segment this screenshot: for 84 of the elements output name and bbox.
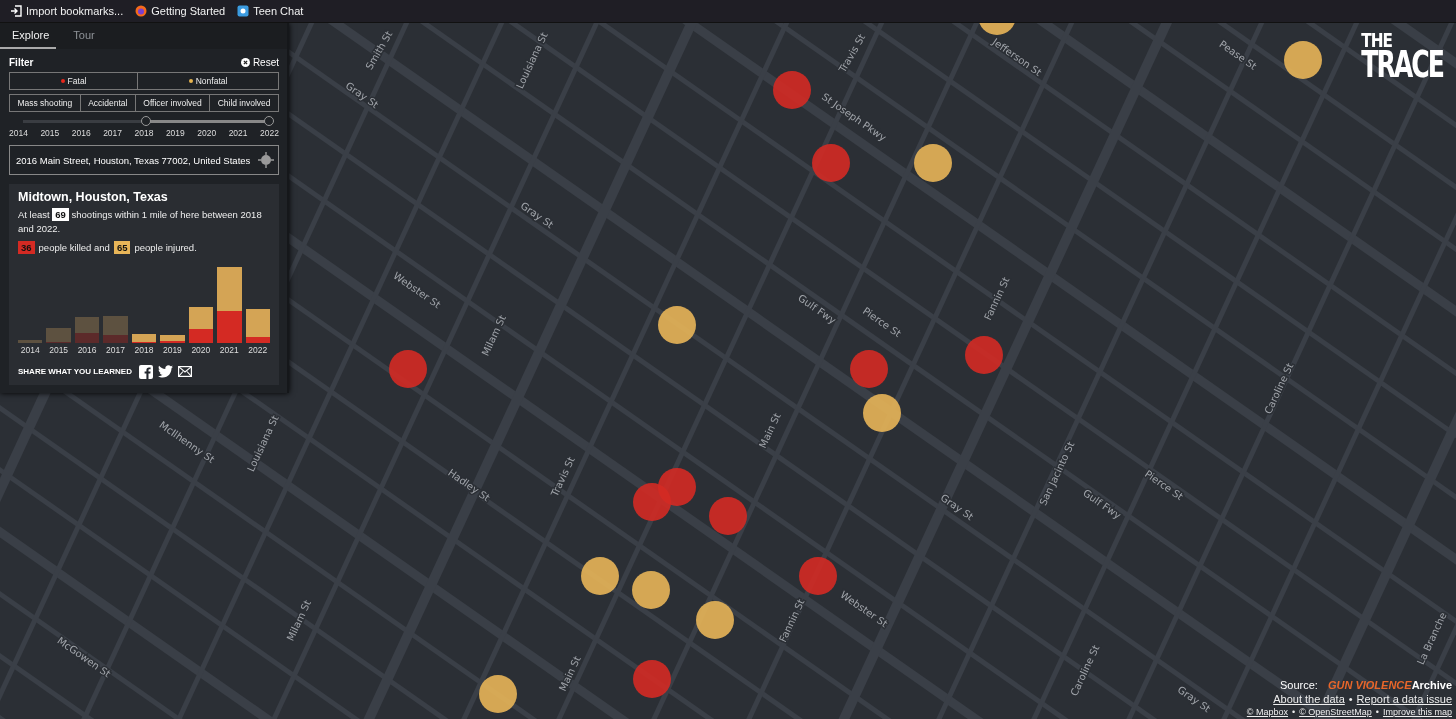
incident-marker[interactable] (658, 306, 696, 344)
outcome-filter-button[interactable]: Fatal (9, 72, 139, 90)
type-filter-button[interactable]: Child involved (210, 94, 279, 112)
logo-text: TRACE (1361, 48, 1443, 82)
incident-marker[interactable] (773, 71, 811, 109)
year-tick-label: 2018 (134, 128, 154, 138)
incident-marker[interactable] (978, 23, 1016, 35)
year-tick-label: 2019 (165, 128, 185, 138)
separator-dot: • (1292, 707, 1296, 717)
year-label: 2016 (77, 344, 97, 355)
year-tick-label: 2021 (228, 128, 248, 138)
incident-marker[interactable] (632, 571, 670, 609)
injured-label: people injured. (134, 240, 197, 255)
incident-marker[interactable] (389, 350, 427, 388)
panel-tab[interactable]: Explore (0, 23, 56, 49)
incident-marker[interactable] (633, 660, 671, 698)
year-tick-label: 2020 (197, 128, 217, 138)
year-label: 2017 (106, 344, 125, 355)
import-icon (10, 5, 22, 17)
locate-icon[interactable] (258, 152, 274, 168)
year-label: 2021 (219, 344, 239, 355)
facebook-icon[interactable] (138, 364, 153, 379)
location-title: Midtown, Houston, Texas (18, 190, 169, 204)
separator-dot: • (1375, 707, 1379, 717)
bookmark-item[interactable]: Teen Chat (237, 5, 304, 17)
killed-count: 36 (18, 241, 35, 255)
year-tick-label: 2014 (9, 128, 28, 138)
bookmark-item[interactable]: Import bookmarks... (10, 5, 124, 17)
incident-marker[interactable] (709, 497, 747, 535)
year-label: 2020 (191, 344, 211, 355)
year-label: 2019 (162, 344, 182, 355)
street-label: Gulf Fwy (1081, 487, 1123, 522)
incident-marker[interactable] (581, 557, 619, 595)
incident-marker[interactable] (479, 675, 517, 713)
type-filter-button[interactable]: Mass shooting (9, 94, 81, 112)
year-tick-label: 2017 (103, 128, 123, 138)
slider-handle[interactable] (141, 116, 151, 126)
bookmark-item[interactable]: Getting Started (135, 5, 226, 17)
incident-marker[interactable] (965, 336, 1003, 374)
panel-tab[interactable]: Tour (56, 23, 112, 49)
data-link[interactable]: About the data (1273, 693, 1345, 705)
credit-link[interactable]: © OpenStreetMap (1299, 707, 1372, 717)
type-filter-button[interactable]: Accidental (80, 94, 136, 112)
chat-icon (237, 5, 250, 17)
year-label: 2022 (248, 344, 268, 355)
address-field[interactable]: 2016 Main Street, Houston, Texas 77002, United States (9, 145, 279, 175)
year-label: 2014 (20, 344, 40, 355)
source-logo[interactable]: GUN VIOLENCEArchive (1327, 679, 1452, 691)
year-tick-label: 2016 (71, 128, 91, 138)
source-label: Source: (1280, 679, 1318, 691)
year-tick-label: 2015 (40, 128, 60, 138)
year-range-slider[interactable]: 2014 2015 2016 2017 2018 2019 2020 2021 2022 (9, 120, 279, 138)
incident-marker[interactable] (633, 483, 671, 521)
credit-link[interactable]: © Mapbox (1246, 707, 1288, 717)
incident-marker[interactable] (863, 394, 901, 432)
injured-count: 65 (113, 241, 131, 255)
credit-link[interactable]: Improve this map (1382, 707, 1452, 717)
slider-handle[interactable] (264, 116, 274, 126)
close-icon (240, 58, 250, 67)
incident-marker[interactable] (812, 144, 850, 182)
street-label: Main St (556, 654, 583, 693)
browser-logo-icon (135, 5, 148, 17)
incident-marker[interactable] (799, 557, 837, 595)
year-label: 2018 (134, 344, 154, 355)
incident-marker[interactable] (850, 350, 888, 388)
share-label: SHARE WHAT YOU LEARNED (18, 367, 132, 377)
incident-marker[interactable] (1284, 41, 1322, 79)
reset-button[interactable]: Reset (240, 57, 279, 68)
separator-dot: • (1348, 693, 1353, 705)
incident-marker[interactable] (696, 601, 734, 639)
type-filter-button[interactable]: Officer involved (135, 94, 211, 112)
twitter-icon[interactable] (157, 365, 173, 379)
street-label: Main St (756, 411, 783, 450)
year-tick-label: 2022 (260, 128, 279, 138)
street-label: Gulf Fwy (796, 292, 838, 327)
summary-text: At least 69 shootings within 1 mile of here between 2018 and 2022. (18, 208, 263, 237)
outcome-filter-button[interactable]: Nonfatal (138, 72, 279, 90)
filter-title: Filter (9, 57, 34, 68)
year-label: 2015 (49, 344, 69, 355)
killed-label: people killed and (38, 240, 110, 255)
logo-text: THE (1361, 31, 1392, 50)
incident-marker[interactable] (914, 144, 952, 182)
email-icon[interactable] (177, 366, 192, 378)
data-link[interactable]: Report a data issue (1356, 693, 1452, 705)
